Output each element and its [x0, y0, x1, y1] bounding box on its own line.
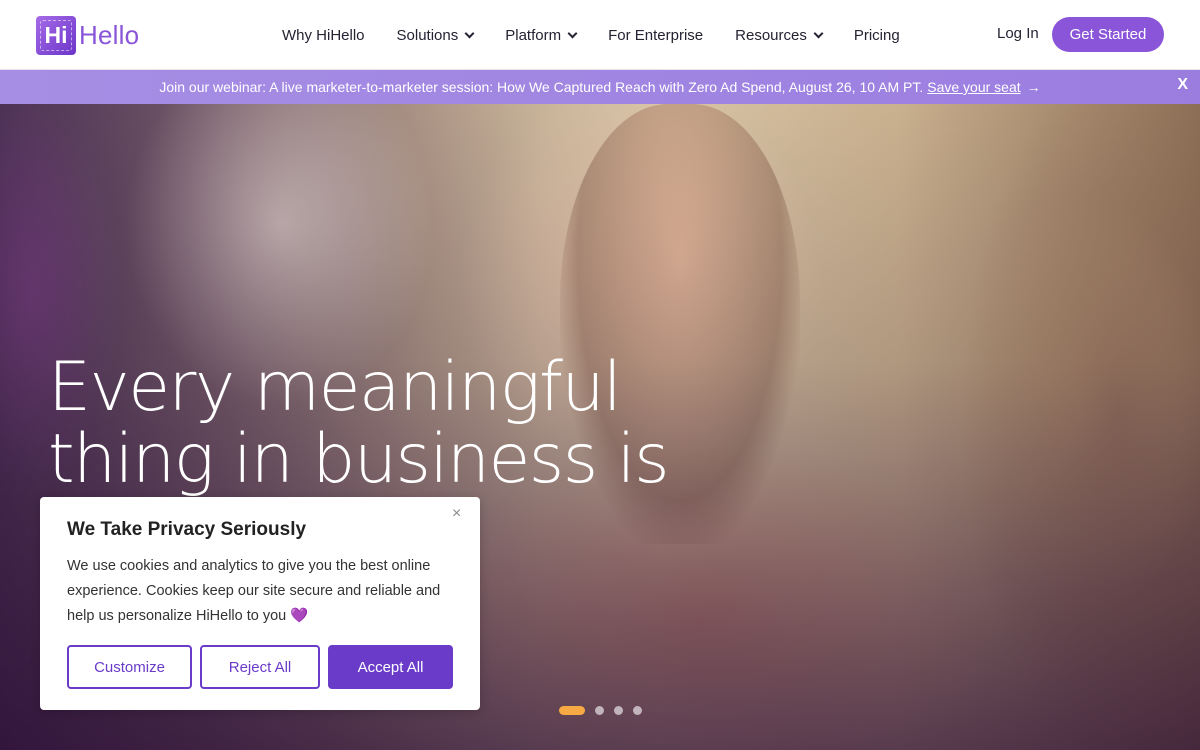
- nav-pricing[interactable]: Pricing: [854, 27, 900, 44]
- banner-text: Join our webinar: A live marketer-to-mar…: [159, 79, 924, 95]
- nav-links: Why HiHello Solutions Platform For Enter…: [282, 0, 932, 70]
- login-link[interactable]: Log In: [997, 25, 1039, 42]
- chevron-down-icon: [567, 28, 578, 38]
- chevron-down-icon: [464, 28, 475, 38]
- nav-solutions[interactable]: Solutions: [397, 27, 475, 44]
- cookie-text: We use cookies and analytics to give you…: [67, 558, 441, 624]
- reject-all-button[interactable]: Reject All: [200, 645, 320, 689]
- customize-button[interactable]: Customize: [67, 645, 192, 689]
- chevron-down-icon: [813, 28, 824, 38]
- nav-resources[interactable]: Resources: [735, 27, 824, 44]
- carousel-dot-1[interactable]: [559, 706, 585, 715]
- banner-close-button[interactable]: X: [1177, 76, 1188, 94]
- carousel-dot-3[interactable]: [614, 706, 623, 715]
- logo-text: Hello: [79, 19, 140, 50]
- hihello-logo[interactable]: Hi Hello: [36, 15, 139, 55]
- save-seat-link[interactable]: Save your seat: [927, 79, 1020, 95]
- arrow-right-icon: →: [1026, 79, 1041, 95]
- webinar-banner: Join our webinar: A live marketer-to-mar…: [0, 70, 1200, 104]
- heart-icon: 💜: [290, 608, 309, 624]
- close-icon[interactable]: ×: [452, 505, 461, 523]
- nav-platform[interactable]: Platform: [505, 27, 578, 44]
- top-navigation: Hi Hello Why HiHello Solutions Platform …: [0, 0, 1200, 70]
- carousel-dots: [559, 706, 652, 715]
- carousel-dot-2[interactable]: [595, 706, 604, 715]
- accept-all-button[interactable]: Accept All: [328, 645, 453, 689]
- logo-mark: Hi: [36, 15, 76, 55]
- nav-for-enterprise[interactable]: For Enterprise: [608, 27, 703, 44]
- cookie-title: We Take Privacy Seriously: [67, 519, 307, 540]
- nav-why-hihello[interactable]: Why HiHello: [282, 27, 365, 44]
- get-started-button[interactable]: Get Started: [1052, 17, 1164, 52]
- carousel-dot-4[interactable]: [633, 706, 642, 715]
- cookie-consent-dialog: We Take Privacy Seriously × We use cooki…: [40, 497, 480, 710]
